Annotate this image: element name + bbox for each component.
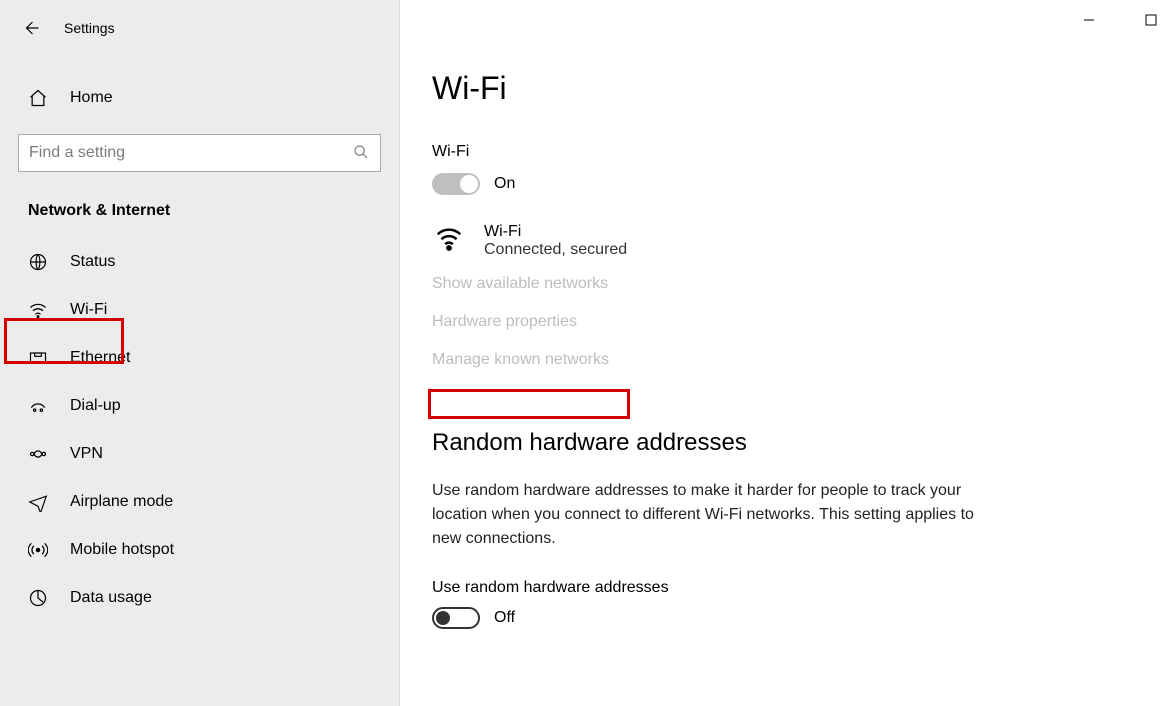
network-status: Connected, secured [484, 241, 627, 259]
wifi-toggle-state: On [494, 175, 515, 193]
sidebar-item-label: Airplane mode [70, 493, 173, 511]
link-hardware-properties[interactable]: Hardware properties [432, 313, 577, 331]
wifi-toggle[interactable] [432, 173, 480, 195]
back-button[interactable] [22, 19, 40, 37]
sidebar-section-title: Network & Internet [28, 202, 399, 220]
link-manage-known-networks[interactable]: Manage known networks [432, 351, 609, 369]
minimize-button[interactable] [1075, 8, 1103, 32]
data-usage-icon [28, 588, 48, 608]
sidebar-item-label: Status [70, 253, 115, 271]
wifi-icon [28, 300, 48, 320]
titlebar: Settings [0, 10, 399, 46]
window-controls [1075, 8, 1165, 32]
search-container [18, 134, 381, 172]
random-addresses-toggle-state: Off [494, 609, 515, 627]
sidebar-item-datausage[interactable]: Data usage [0, 574, 399, 622]
sidebar-item-dialup[interactable]: Dial-up [0, 382, 399, 430]
random-addresses-toggle-row: Off [432, 607, 1115, 629]
link-show-available-networks[interactable]: Show available networks [432, 275, 608, 293]
current-network[interactable]: Wi-Fi Connected, secured [432, 223, 1115, 259]
random-addresses-heading: Random hardware addresses [432, 429, 1115, 457]
vpn-icon [28, 444, 48, 464]
sidebar-item-hotspot[interactable]: Mobile hotspot [0, 526, 399, 574]
sidebar-item-label: VPN [70, 445, 103, 463]
annotation-highlight-wifi [4, 318, 124, 364]
sidebar-item-airplane[interactable]: Airplane mode [0, 478, 399, 526]
sidebar-item-label: Mobile hotspot [70, 541, 174, 559]
random-addresses-toggle[interactable] [432, 607, 480, 629]
annotation-highlight-manage-known [428, 389, 630, 419]
wifi-toggle-row: On [432, 173, 1115, 195]
hotspot-icon [28, 540, 48, 560]
sidebar-item-label: Data usage [70, 589, 152, 607]
sidebar: Settings Home Network & Internet [0, 0, 400, 706]
sidebar-item-vpn[interactable]: VPN [0, 430, 399, 478]
globe-icon [28, 252, 48, 272]
home-icon [28, 88, 48, 108]
search-icon [353, 144, 369, 160]
random-addresses-description: Use random hardware addresses to make it… [432, 479, 992, 551]
window-title: Settings [64, 20, 115, 36]
network-name: Wi-Fi [484, 223, 627, 241]
main-content: Wi-Fi Wi-Fi On Wi-Fi Connected, secured … [400, 0, 1165, 706]
wifi-signal-icon [432, 223, 466, 253]
sidebar-item-label: Dial-up [70, 397, 121, 415]
search-input[interactable] [18, 134, 381, 172]
arrow-left-icon [22, 19, 40, 37]
sidebar-home-label: Home [70, 89, 113, 107]
maximize-button[interactable] [1137, 8, 1165, 32]
sidebar-home[interactable]: Home [0, 76, 399, 120]
sidebar-item-status[interactable]: Status [0, 238, 399, 286]
dialup-icon [28, 396, 48, 416]
sidebar-item-label: Wi-Fi [70, 301, 107, 319]
wifi-label: Wi-Fi [432, 143, 1115, 161]
random-addresses-toggle-label: Use random hardware addresses [432, 579, 1115, 597]
page-title: Wi-Fi [432, 70, 1115, 107]
airplane-icon [28, 492, 48, 512]
